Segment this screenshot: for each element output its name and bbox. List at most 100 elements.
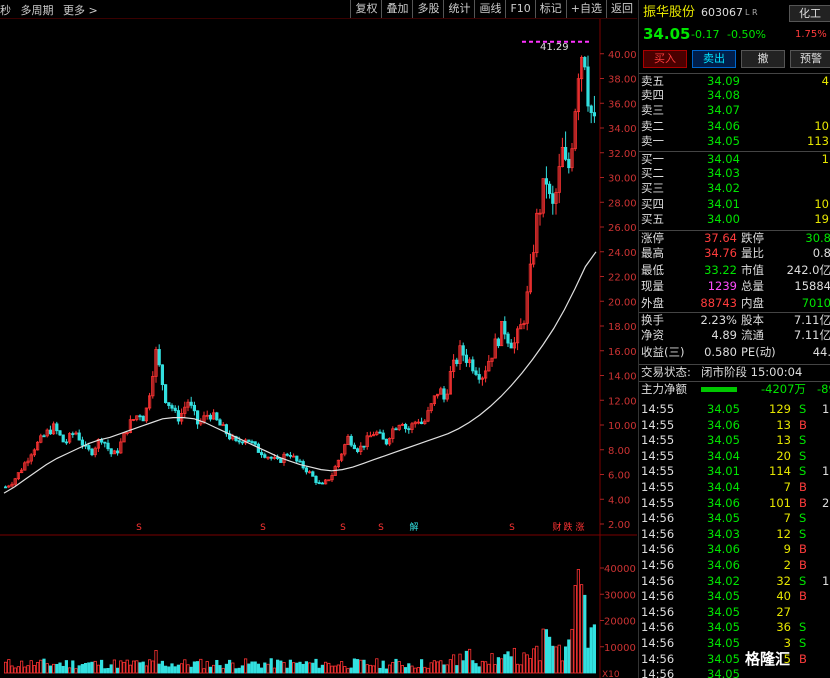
tick-direction: B xyxy=(799,589,807,604)
toolbar-f10-button[interactable]: F10 xyxy=(505,0,534,18)
stat-label: 收益(三) xyxy=(641,344,685,359)
tick-time: 14:56 xyxy=(641,636,675,650)
toolbar-stats-button[interactable]: 统计 xyxy=(443,0,474,18)
candle-body xyxy=(442,388,446,400)
cancel-order-button[interactable]: 撤 xyxy=(741,50,785,68)
volume-y-tick-label: 40000 xyxy=(604,564,636,575)
candle-body xyxy=(378,431,382,434)
volume-bar xyxy=(355,659,360,674)
tick-direction: S xyxy=(799,620,807,635)
volume-bar xyxy=(509,656,513,674)
candle-body xyxy=(496,338,501,347)
candle-body xyxy=(259,452,264,456)
candle-body xyxy=(419,421,424,425)
stat-row: 收益(三) 0.580 PE(动) 44. xyxy=(639,345,830,360)
toolbar-add-watch-button[interactable]: +自选 xyxy=(565,0,606,18)
volume-bar xyxy=(93,660,97,674)
bid-price: 34.03 xyxy=(707,166,740,181)
buy-button[interactable]: 买入 xyxy=(643,50,687,68)
tick-direction: S xyxy=(799,464,807,479)
candle-body xyxy=(64,441,68,444)
volume-bar xyxy=(477,666,481,674)
tick-row: 14:55 34.05 13 S xyxy=(639,433,830,448)
quote-panel: 振华股份 603067 L R 化工 34.05 -0.17 -0.50% 1.… xyxy=(638,0,830,678)
tick-direction: B xyxy=(799,542,807,557)
tick-price: 34.05 xyxy=(707,667,740,678)
event-marker: S xyxy=(340,523,346,533)
volume-bar xyxy=(275,659,280,674)
tick-price: 34.05 xyxy=(707,589,740,604)
volume-bar xyxy=(170,663,174,674)
candle-body xyxy=(4,486,8,489)
y-tick-label: 12.00 xyxy=(608,396,637,407)
y-tick-label: 16.00 xyxy=(608,347,637,358)
toolbar-left: 秒 多周期 更多 > xyxy=(0,2,104,18)
stat-label: PE(动) xyxy=(741,344,776,359)
tick-volume: 7 xyxy=(783,511,791,526)
volume-bar xyxy=(365,664,369,674)
volume-bar xyxy=(19,660,24,674)
stat-value: 44. xyxy=(812,344,830,359)
main-flow-value2: -89 xyxy=(817,382,830,396)
volume-bar xyxy=(471,660,475,674)
current-price: 34.05 xyxy=(643,25,691,43)
volume-bar xyxy=(45,663,49,674)
max-price-label: 41.29 xyxy=(540,42,569,53)
bid-volume: 1 xyxy=(821,152,829,166)
volume-y-tick-label: 10000 xyxy=(604,643,636,654)
tick-row: 14:56 34.06 2 B xyxy=(639,558,830,573)
tick-time: 14:56 xyxy=(641,620,675,635)
price-alert-button[interactable]: 预警 xyxy=(790,50,830,68)
candle-body xyxy=(240,441,244,444)
candle-body xyxy=(349,435,353,446)
candle-body xyxy=(279,458,283,463)
main-flow-bar xyxy=(701,387,737,392)
volume-bar xyxy=(144,665,148,674)
toolbar-item-seconds[interactable]: 秒 xyxy=(0,4,11,17)
volume-bar xyxy=(455,665,459,674)
stat-label: 涨停 xyxy=(641,231,664,245)
bid-price: 34.00 xyxy=(707,211,740,226)
candle-body xyxy=(464,354,469,363)
candle-body xyxy=(355,448,360,452)
bid-label: 买一 xyxy=(641,152,664,166)
toolbar-right: 复权 叠加 多股 统计 画线 F10 标记 +自选 返回 xyxy=(350,0,637,18)
volume-bar xyxy=(371,665,376,674)
kline-chart[interactable]: 2.00 4.00 6.00 8.00 10.00 12.00 14.00 16.00 18.0… xyxy=(0,19,637,678)
toolbar-item-multi-period[interactable]: 多周期 xyxy=(21,4,54,17)
volume-bar xyxy=(23,666,27,674)
volume-bar xyxy=(327,662,331,674)
toolbar-back-button[interactable]: 返回 xyxy=(606,0,637,18)
industry-badge[interactable]: 化工 xyxy=(789,5,830,22)
tick-row: 14:55 34.05 129 S 1 xyxy=(639,402,830,417)
candle-body xyxy=(163,384,168,404)
stat-value: 7.11亿 xyxy=(793,313,830,327)
volume-bar xyxy=(512,647,517,674)
candle-body xyxy=(295,455,299,462)
toolbar-mark-button[interactable]: 标记 xyxy=(534,0,566,18)
stat-label: 总量 xyxy=(741,279,764,294)
toolbar-overlay-button[interactable]: 叠加 xyxy=(381,0,412,18)
tick-price: 34.01 xyxy=(707,464,740,479)
candle-body xyxy=(157,349,161,366)
toolbar-draw-button[interactable]: 画线 xyxy=(474,0,505,18)
tick-time: 14:56 xyxy=(641,589,675,604)
toolbar-fuquan-button[interactable]: 复权 xyxy=(350,0,381,18)
stat-label: 换手 xyxy=(641,313,664,327)
volume-bar xyxy=(461,660,465,674)
toolbar-multistock-button[interactable]: 多股 xyxy=(412,0,443,18)
sell-button[interactable]: 卖出 xyxy=(692,50,736,68)
volume-bar xyxy=(548,636,552,674)
tick-row: 14:56 34.05 5 B xyxy=(639,652,830,667)
stat-value: 242.0亿 xyxy=(786,262,830,277)
stat-row: 最低 33.22 市值 242.0亿 xyxy=(639,263,830,278)
candle-body xyxy=(48,429,53,435)
ask-volume: 10 xyxy=(814,118,829,133)
candle-body xyxy=(544,178,549,185)
stat-row: 换手 2.23% 股本 7.11亿 xyxy=(639,312,830,328)
stock-code: 603067 xyxy=(701,6,743,19)
stock-name: 振华股份 xyxy=(643,5,696,20)
toolbar-item-more[interactable]: 更多 > xyxy=(63,4,98,17)
volume-bar xyxy=(583,594,587,674)
volume-bar xyxy=(131,660,136,674)
